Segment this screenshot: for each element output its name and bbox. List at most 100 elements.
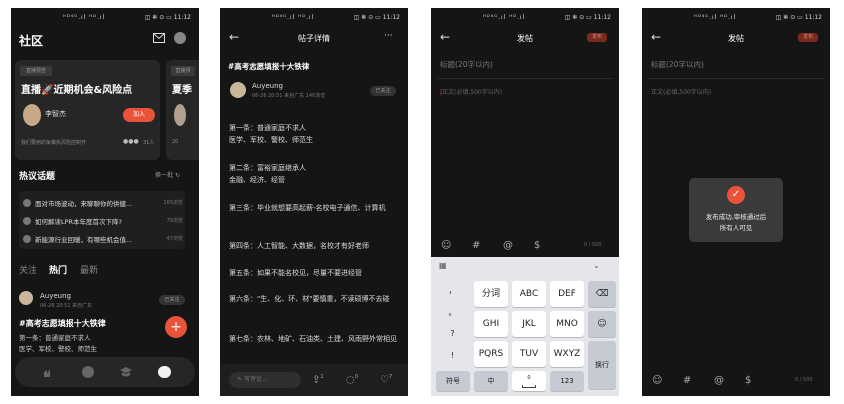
user-avatar[interactable] xyxy=(19,291,33,305)
key-def[interactable]: DEF xyxy=(550,281,584,307)
mention-icon[interactable]: @ xyxy=(503,240,513,251)
hashtag-icon[interactable]: # xyxy=(472,240,480,251)
title-input[interactable]: 标题(20字以内) xyxy=(651,59,704,70)
post-meta: 06-26 20:51 来自广东 146浏览 xyxy=(252,93,326,99)
key-wxyz[interactable]: WXYZ xyxy=(550,341,584,367)
topic-title: 面对市场波动，来聊聊你的供健... xyxy=(35,200,133,208)
check-icon: ✓ xyxy=(727,186,745,204)
stock-icon[interactable]: $ xyxy=(534,240,540,251)
post-title[interactable]: #高考志愿填报十大铁律 xyxy=(19,318,106,329)
stock-icon[interactable]: $ xyxy=(745,375,751,386)
follow-badge[interactable]: 已关注 xyxy=(370,86,396,96)
topic-item[interactable]: 新能源行业回暖，有哪些机会值... 47浏览 xyxy=(23,233,183,245)
host-name: 李智杰 xyxy=(45,110,66,118)
emoji-icon[interactable]: ☺ xyxy=(652,375,662,386)
editor-toolbar: ☺ # @ $ 0 / 500 xyxy=(642,370,830,392)
status-right: ◫ ✻ ⊙ ▭ 11:12 xyxy=(144,14,191,21)
live-card[interactable]: 直播预告 直播🚀近期机会&风险点 李智杰 加入 我们要用的争策执风险控制开 ●●… xyxy=(15,60,160,160)
space-key-label: 0 xyxy=(527,375,531,381)
body-input[interactable]: |正文(必填,500字以内) xyxy=(440,87,502,96)
post-meta: 06-26 20:51 来自广东 xyxy=(40,303,93,309)
follow-badge[interactable]: 已关注 xyxy=(159,295,185,305)
like-button[interactable]: ♡7 xyxy=(380,374,392,385)
topic-count: 165浏览 xyxy=(163,200,183,206)
key-tuv[interactable]: TUV xyxy=(512,341,546,367)
post-line-1: 第一条：普通家庭不求人 xyxy=(19,334,91,342)
share-button[interactable]: ⇪1 xyxy=(312,374,324,385)
body-input[interactable]: 正文(必填,500字以内) xyxy=(651,87,711,96)
signal-text: ᴴᴰ⁴ᴳ.ıl ᴴᴰ.ıl xyxy=(483,14,526,21)
status-bar: ᴴᴰ⁴ᴳ.ıl ᴴᴰ.ıl ◫ ✻ ⊙ ▭ 11:12 xyxy=(11,12,199,24)
key-mno[interactable]: MNO xyxy=(550,311,584,337)
nav-community-icon[interactable] xyxy=(158,366,171,378)
char-counter: 0 / 500 xyxy=(584,242,602,248)
comment-icon: ◌ xyxy=(346,374,355,386)
comment-button[interactable]: ◌0 xyxy=(346,374,358,385)
topic-item[interactable]: 如何解读LPR本年度首次下降? 79浏览 xyxy=(23,215,183,227)
like-count: 7 xyxy=(388,374,393,380)
nav-home-icon[interactable] xyxy=(43,366,55,378)
publish-button[interactable]: 发布 xyxy=(798,33,818,42)
host-avatar xyxy=(23,104,41,126)
punct-key[interactable]: ! xyxy=(434,351,471,360)
more-icon[interactable]: ··· xyxy=(384,31,393,41)
mail-icon[interactable] xyxy=(153,33,165,43)
success-toast: ✓ 发布成功,审核通过后 所有人可见 xyxy=(689,178,783,242)
post-paragraph: 第一条：普通家庭不求人 医学、军校、警校、师范生 xyxy=(229,124,313,144)
signal-text: ᴴᴰ⁴ᴳ.ıl ᴴᴰ.ıl xyxy=(272,14,315,21)
tab-hot[interactable]: 热门 xyxy=(49,263,67,276)
signal-text: ᴴᴰ⁴ᴳ.ıl ᴴᴰ.ıl xyxy=(63,14,106,21)
user-avatar[interactable] xyxy=(230,82,246,98)
punct-key[interactable]: ， xyxy=(434,285,471,296)
keyboard-grid-icon[interactable]: ▦ xyxy=(439,261,447,270)
refresh-icon: ↻ xyxy=(174,172,180,179)
key-ghi[interactable]: GHI xyxy=(474,311,508,337)
number-key[interactable]: 123 xyxy=(550,371,584,391)
avatar[interactable] xyxy=(174,32,186,44)
like-icon: ♡ xyxy=(380,374,389,386)
symbol-key[interactable]: 符号 xyxy=(436,371,470,391)
space-bar-icon xyxy=(522,385,536,388)
nav-learn-icon[interactable] xyxy=(120,366,132,378)
punct-key[interactable]: ? xyxy=(434,329,471,338)
host-avatar-2 xyxy=(174,104,186,126)
viewer-count: 31人 xyxy=(143,140,155,146)
community-screen: ᴴᴰ⁴ᴳ.ıl ᴴᴰ.ıl ◫ ✻ ⊙ ▭ 11:12 社区 直播预告 直播🚀近… xyxy=(11,8,199,396)
key-jkl[interactable]: JKL xyxy=(512,311,546,337)
key-abc[interactable]: ABC xyxy=(512,281,546,307)
status-right: ◫ ✻ ⊙ ▭ 11:12 xyxy=(564,14,611,21)
topic-count: 47浏览 xyxy=(166,236,183,242)
post-line-2: 医学、军校、警校、师范生 xyxy=(19,345,97,353)
keyboard-hide-icon[interactable]: ⌄ xyxy=(593,261,600,270)
status-right: ◫ ✻ ⊙ ▭ 11:12 xyxy=(353,14,400,21)
refresh-topics-button[interactable]: 换一批 ↻ xyxy=(155,170,180,179)
live-card-2[interactable]: 直播预 夏季 20 xyxy=(166,60,199,160)
punct-key[interactable]: 。 xyxy=(434,307,471,318)
enter-key[interactable]: 换行 xyxy=(588,341,616,389)
tab-follow[interactable]: 关注 xyxy=(19,263,37,276)
status-bar: ᴴᴰ⁴ᴳ.ıl ᴴᴰ.ıl ◫ ✻ ⊙ ▭ 11:12 xyxy=(642,12,830,24)
live-badge-2: 直播预 xyxy=(171,66,195,76)
topic-icon xyxy=(23,199,31,207)
emoji-key-icon[interactable]: ☺ xyxy=(588,311,616,337)
hashtag-icon[interactable]: # xyxy=(683,375,691,386)
tab-latest[interactable]: 最新 xyxy=(80,263,98,276)
language-key[interactable]: 中 xyxy=(474,371,508,391)
nav-wealth-icon[interactable] xyxy=(82,366,94,378)
emoji-icon[interactable]: ☺ xyxy=(441,240,451,251)
join-button[interactable]: 加入 xyxy=(123,108,155,122)
comment-input[interactable]: ✎ 写评论... xyxy=(229,372,301,388)
body-placeholder: 正文(必填,500字以内) xyxy=(442,89,503,96)
key-pqrs[interactable]: PQRS xyxy=(474,341,508,367)
space-key[interactable]: 0 xyxy=(512,371,546,391)
backspace-icon[interactable]: ⌫ xyxy=(588,281,616,307)
mention-icon[interactable]: @ xyxy=(714,375,724,386)
topic-item[interactable]: 面对市场波动，来聊聊你的供健... 165浏览 xyxy=(23,197,183,209)
publish-button[interactable]: 发布 xyxy=(587,33,607,42)
title-input[interactable]: 标题(20字以内) xyxy=(440,59,493,70)
compose-success-screen: ᴴᴰ⁴ᴳ.ıl ᴴᴰ.ıl ◫ ✻ ⊙ ▭ 11:12 ← 发帖 发布 标题(2… xyxy=(642,8,830,396)
live-desc: 我们要用的争策执风险控制开 xyxy=(21,140,87,146)
post-paragraph: 第六条："生、化、环、材"要慎重，不读硕博不去碰 xyxy=(229,295,390,303)
create-post-button[interactable]: + xyxy=(165,316,187,338)
key-fenci[interactable]: 分词 xyxy=(474,281,508,307)
